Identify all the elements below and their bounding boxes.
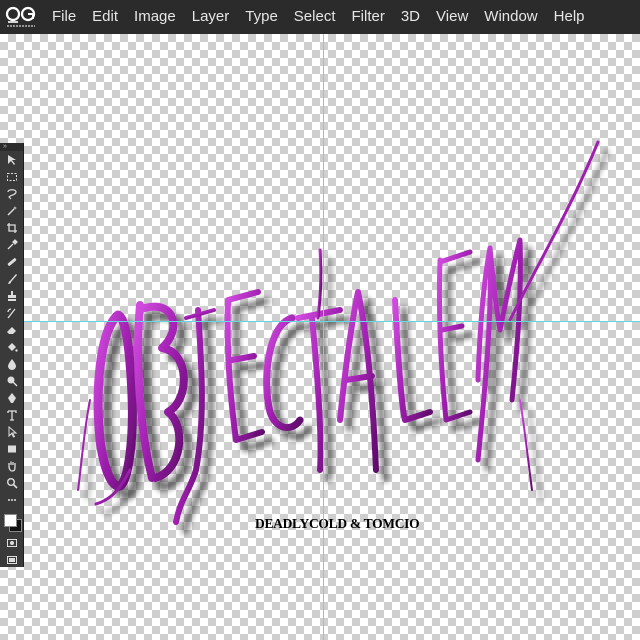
dodge-tool-icon[interactable]	[0, 372, 24, 389]
artwork: DEADLYCOLD & TOMCIO	[77, 140, 600, 531]
zoom-tool-icon[interactable]	[0, 474, 24, 491]
magic-wand-tool-icon[interactable]	[0, 202, 24, 219]
type-tool-icon[interactable]	[0, 406, 24, 423]
move-tool-icon[interactable]	[0, 151, 24, 168]
eraser-tool-icon[interactable]	[0, 321, 24, 338]
rectangle-tool-icon[interactable]	[0, 440, 24, 457]
path-selection-tool-icon[interactable]	[0, 423, 24, 440]
crop-tool-icon[interactable]	[0, 219, 24, 236]
marquee-tool-icon[interactable]	[0, 168, 24, 185]
wordmark-graphic	[77, 140, 600, 525]
color-swatches	[0, 508, 24, 534]
history-brush-tool-icon[interactable]	[0, 304, 24, 321]
tools-panel: »	[0, 143, 24, 567]
brush-tool-icon[interactable]	[0, 270, 24, 287]
lasso-tool-icon[interactable]	[0, 185, 24, 202]
clone-stamp-tool-icon[interactable]	[0, 287, 24, 304]
screen-mode-icon[interactable]	[0, 551, 24, 568]
paint-bucket-tool-icon[interactable]	[0, 338, 24, 355]
more-tools-icon[interactable]	[0, 491, 24, 508]
quick-mask-icon[interactable]	[0, 534, 24, 551]
vertical-guide[interactable]	[323, 34, 324, 640]
healing-brush-tool-icon[interactable]	[0, 253, 24, 270]
hand-tool-icon[interactable]	[0, 457, 24, 474]
blur-tool-icon[interactable]	[0, 355, 24, 372]
foreground-color-swatch[interactable]	[4, 514, 17, 527]
panel-collapse-grip[interactable]: »	[0, 143, 23, 151]
eyedropper-tool-icon[interactable]	[0, 236, 24, 253]
artwork-credit: DEADLYCOLD & TOMCIO	[255, 516, 419, 531]
horizontal-guide[interactable]	[0, 321, 640, 322]
pen-tool-icon[interactable]	[0, 389, 24, 406]
